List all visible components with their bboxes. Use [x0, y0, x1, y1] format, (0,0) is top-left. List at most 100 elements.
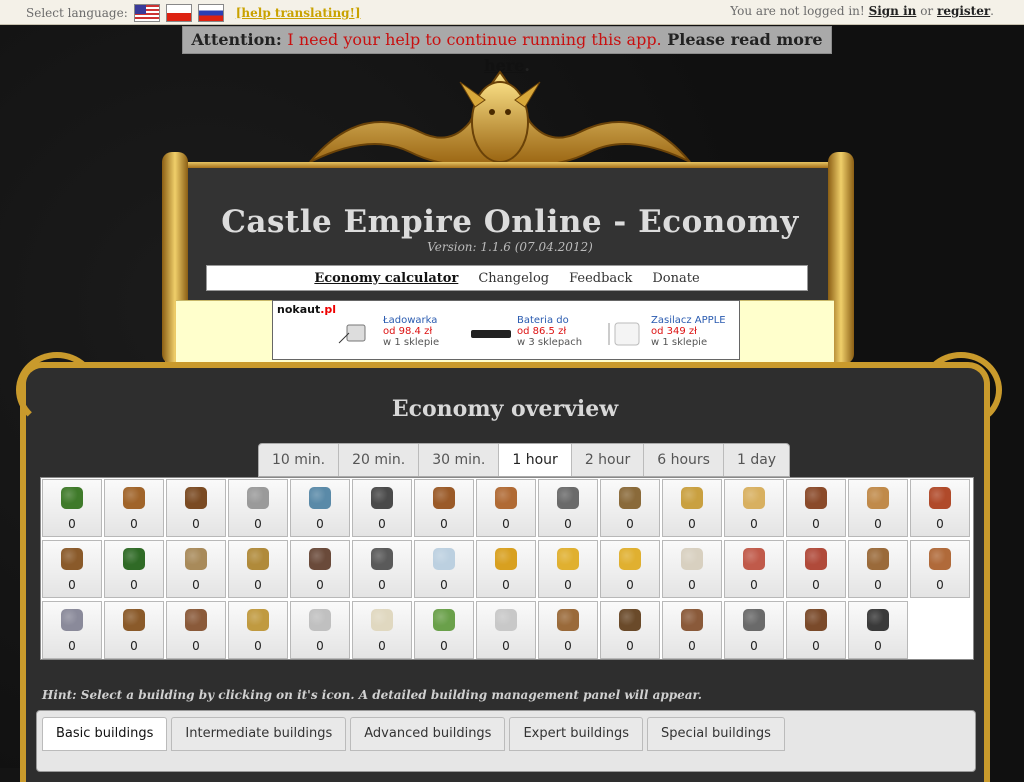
tab-2-hour[interactable]: 2 hour [572, 444, 645, 476]
resource-value: 0 [812, 517, 820, 531]
tab-1-hour[interactable]: 1 hour [499, 444, 572, 476]
register-link[interactable]: register [937, 4, 990, 18]
resource-cell[interactable]: 0 [290, 479, 350, 537]
resource-cell[interactable]: 0 [848, 479, 908, 537]
resource-cell[interactable]: 0 [538, 479, 598, 537]
resource-cell[interactable]: 0 [290, 540, 350, 598]
tab-basic-buildings[interactable]: Basic buildings [42, 717, 168, 751]
resource-cell[interactable]: 0 [104, 601, 164, 659]
iron-bar-icon [371, 548, 393, 570]
resource-cell[interactable]: 0 [414, 479, 474, 537]
poland-flag-icon[interactable] [165, 4, 192, 22]
iron-ore-icon [309, 548, 331, 570]
resource-cell[interactable]: 0 [476, 540, 536, 598]
ad-item-name: Zasilacz APPLE [651, 315, 726, 326]
resource-cell[interactable]: 0 [476, 479, 536, 537]
resource-cell[interactable]: 0 [42, 601, 102, 659]
resource-cell[interactable]: 0 [662, 540, 722, 598]
ad-item[interactable]: Bateria do od 86.5 zł w 3 sklepach [471, 315, 611, 355]
resource-cell[interactable]: 0 [786, 601, 846, 659]
sausage-icon [805, 487, 827, 509]
nav-donate[interactable]: Donate [652, 271, 699, 286]
resource-cell[interactable]: 0 [600, 479, 660, 537]
boards-icon [247, 609, 269, 631]
resource-cell[interactable]: 0 [352, 540, 412, 598]
sign-in-link[interactable]: Sign in [869, 4, 917, 18]
resource-cell[interactable]: 0 [724, 479, 784, 537]
resource-cell[interactable]: 0 [910, 479, 970, 537]
resource-cell[interactable]: 0 [352, 601, 412, 659]
resource-cell[interactable]: 0 [228, 540, 288, 598]
bread-icon [867, 487, 889, 509]
resource-cell[interactable]: 0 [600, 601, 660, 659]
tab-intermediate-buildings[interactable]: Intermediate buildings [171, 717, 347, 751]
resource-cell[interactable]: 0 [538, 601, 598, 659]
tab-10-min[interactable]: 10 min. [259, 444, 340, 476]
us-flag-icon[interactable] [133, 4, 160, 22]
building-tabs: Basic buildings Intermediate buildings A… [42, 717, 785, 751]
resource-cell[interactable]: 0 [352, 479, 412, 537]
or-text: or [920, 4, 934, 18]
ad-banner[interactable]: nokaut.pl Ładowarka od 98.4 zł w 1 sklep… [272, 300, 740, 360]
resource-cell[interactable]: 0 [600, 540, 660, 598]
resource-cell[interactable]: 0 [910, 540, 970, 598]
ad-item-name: Ładowarka [383, 315, 438, 326]
tab-1-day[interactable]: 1 day [724, 444, 789, 476]
nav-economy-calculator[interactable]: Economy calculator [314, 271, 458, 286]
nav-changelog[interactable]: Changelog [478, 271, 549, 286]
help-translating-link[interactable]: [help translating!] [236, 6, 361, 20]
resource-value: 0 [688, 517, 696, 531]
resource-cell[interactable]: 0 [848, 601, 908, 659]
resource-cell[interactable]: 0 [476, 601, 536, 659]
sword-icon [929, 487, 951, 509]
resource-cell[interactable]: 0 [414, 601, 474, 659]
tree-icon [61, 487, 83, 509]
resource-cell[interactable]: 0 [42, 479, 102, 537]
resource-cell[interactable]: 0 [166, 479, 226, 537]
nav-feedback[interactable]: Feedback [569, 271, 632, 286]
resource-cell[interactable]: 0 [662, 479, 722, 537]
resource-cell[interactable]: 0 [662, 601, 722, 659]
resource-cell[interactable]: 0 [228, 479, 288, 537]
ad-item[interactable]: Ładowarka od 98.4 zł w 1 sklepie [337, 315, 477, 355]
resource-cell[interactable]: 0 [166, 601, 226, 659]
resource-value: 0 [502, 517, 510, 531]
resource-grid: 0 0 0 0 0 0 0 0 0 0 0 0 0 0 0 0 0 0 0 0 0 0 0 0 0 0 0 0 0 0 0 0 0 0 0 0 0 0 0 0… [40, 477, 974, 660]
russia-flag-icon[interactable] [197, 4, 224, 22]
resource-cell[interactable]: 0 [848, 540, 908, 598]
resource-cell[interactable]: 0 [290, 601, 350, 659]
tab-special-buildings[interactable]: Special buildings [647, 717, 785, 751]
potion-icon [433, 609, 455, 631]
crate-icon [557, 609, 579, 631]
resource-value: 0 [874, 578, 882, 592]
resource-value: 0 [192, 517, 200, 531]
time-period-tabs: 10 min. 20 min. 30 min. 1 hour 2 hour 6 … [258, 443, 791, 477]
resource-cell[interactable]: 0 [414, 540, 474, 598]
resource-cell[interactable]: 0 [104, 540, 164, 598]
tab-30-min[interactable]: 30 min. [419, 444, 500, 476]
resource-cell[interactable]: 0 [786, 479, 846, 537]
ad-item-price: od 86.5 zł [517, 326, 567, 337]
tab-6-hours[interactable]: 6 hours [644, 444, 724, 476]
resource-value: 0 [502, 578, 510, 592]
resource-cell[interactable]: 0 [724, 601, 784, 659]
tab-expert-buildings[interactable]: Expert buildings [509, 717, 644, 751]
resource-cell[interactable]: 0 [228, 601, 288, 659]
resource-value: 0 [316, 639, 324, 653]
tab-20-min[interactable]: 20 min. [339, 444, 420, 476]
resource-cell[interactable]: 0 [724, 540, 784, 598]
tree-icon [123, 548, 145, 570]
planks-icon [247, 548, 269, 570]
resource-cell[interactable]: 0 [786, 540, 846, 598]
resource-value: 0 [378, 517, 386, 531]
resource-cell[interactable]: 0 [538, 540, 598, 598]
resource-cell[interactable]: 0 [104, 479, 164, 537]
resource-cell[interactable]: 0 [166, 540, 226, 598]
resource-cell[interactable]: 0 [42, 540, 102, 598]
tab-advanced-buildings[interactable]: Advanced buildings [350, 717, 506, 751]
overview-title: Economy overview [391, 396, 619, 422]
steel-sword-icon [61, 609, 83, 631]
resource-value: 0 [502, 639, 510, 653]
ad-item[interactable]: Zasilacz APPLE od 349 zł w 1 sklepie [605, 315, 745, 355]
silver-bar-icon [433, 548, 455, 570]
